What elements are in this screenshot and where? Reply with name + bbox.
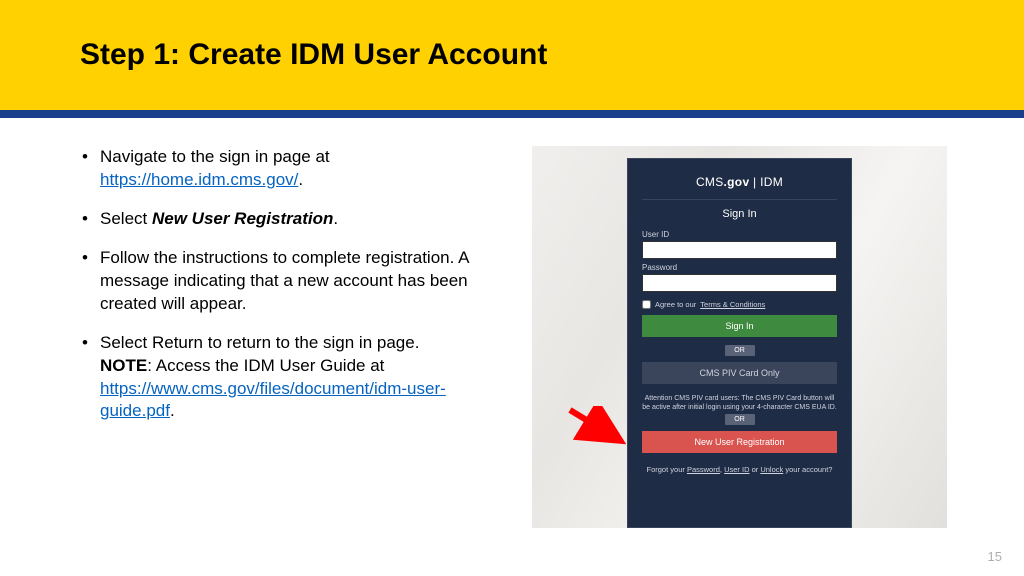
piv-card-button[interactable]: CMS PIV Card Only — [642, 362, 837, 384]
text: . — [333, 209, 338, 228]
signin-title: Sign In — [642, 200, 837, 226]
or-divider-2: OR — [725, 414, 755, 425]
text: . — [170, 401, 175, 420]
header-divider — [0, 110, 1024, 118]
note-label: NOTE — [100, 356, 147, 375]
forgot-row: Forgot your Password, User ID or Unlock … — [642, 465, 837, 474]
logo-gov: .gov — [724, 175, 750, 189]
userid-input[interactable] — [642, 241, 837, 259]
signin-panel: CMS.gov | IDM Sign In User ID Password A… — [627, 158, 852, 528]
agree-checkbox[interactable] — [642, 300, 651, 309]
or-divider: OR — [725, 345, 755, 356]
logo-sep: | — [749, 175, 760, 189]
unlock-account-link[interactable]: Unlock — [760, 465, 783, 474]
header-band: Step 1: Create IDM User Account — [0, 0, 1024, 110]
text: your account? — [783, 465, 832, 474]
instruction-list: Navigate to the sign in page at https://… — [82, 146, 472, 423]
text: or — [749, 465, 760, 474]
logo-cms: CMS — [696, 175, 724, 189]
instructions-column: Navigate to the sign in page at https://… — [82, 146, 502, 528]
new-user-registration-button[interactable]: New User Registration — [642, 431, 837, 453]
agree-row: Agree to our Terms & Conditions — [642, 300, 837, 309]
screenshot-column: CMS.gov | IDM Sign In User ID Password A… — [532, 146, 947, 528]
text: Follow the instructions to complete regi… — [100, 248, 469, 313]
piv-note: Attention CMS PIV card users: The CMS PI… — [642, 394, 837, 412]
userid-label: User ID — [642, 230, 837, 239]
text: Forgot your — [647, 465, 687, 474]
page-number: 15 — [988, 549, 1002, 564]
signin-url-link[interactable]: https://home.idm.cms.gov/ — [100, 170, 298, 189]
logo-idm: IDM — [760, 175, 783, 189]
user-guide-link[interactable]: https://www.cms.gov/files/document/idm-u… — [100, 379, 446, 421]
password-label: Password — [642, 263, 837, 272]
terms-link[interactable]: Terms & Conditions — [700, 300, 765, 309]
password-input[interactable] — [642, 274, 837, 292]
text: . — [298, 170, 303, 189]
list-item: Navigate to the sign in page at https://… — [82, 146, 472, 192]
content-area: Navigate to the sign in page at https://… — [0, 118, 1024, 528]
text: Select Return to return to the sign in p… — [100, 333, 419, 352]
signin-button[interactable]: Sign In — [642, 315, 837, 337]
panel-logo: CMS.gov | IDM — [642, 169, 837, 200]
list-item: Select New User Registration. — [82, 208, 472, 231]
list-item: Select Return to return to the sign in p… — [82, 332, 472, 424]
screenshot-background: CMS.gov | IDM Sign In User ID Password A… — [532, 146, 947, 528]
text: Select — [100, 209, 152, 228]
agree-pre: Agree to our — [655, 300, 696, 309]
list-item: Follow the instructions to complete regi… — [82, 247, 472, 316]
emphasis-text: New User Registration — [152, 209, 333, 228]
text: : Access the IDM User Guide at — [147, 356, 384, 375]
forgot-userid-link[interactable]: User ID — [724, 465, 749, 474]
page-title: Step 1: Create IDM User Account — [80, 38, 1024, 72]
forgot-password-link[interactable]: Password — [687, 465, 720, 474]
text: Navigate to the sign in page at — [100, 147, 330, 166]
